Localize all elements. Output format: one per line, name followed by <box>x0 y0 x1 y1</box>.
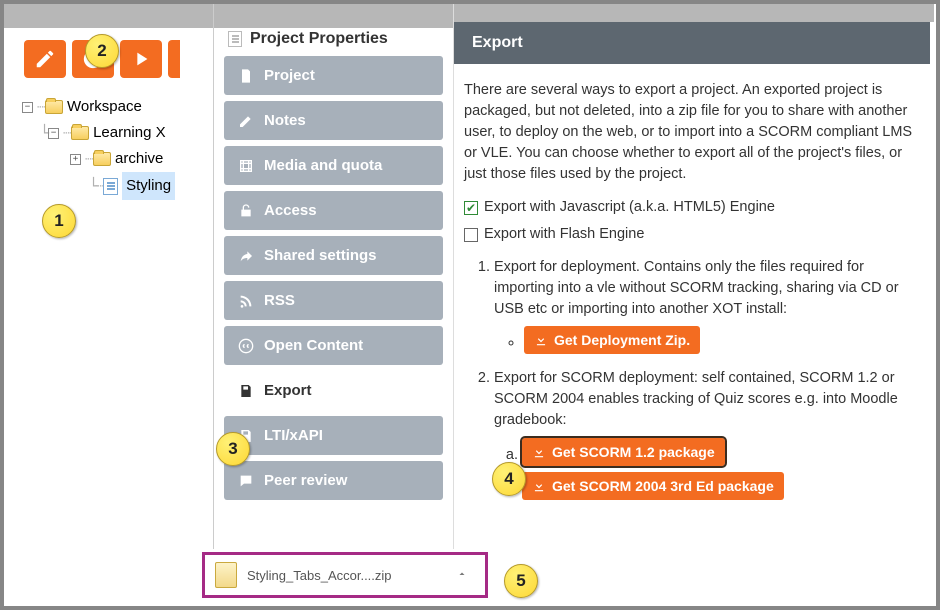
checkbox-checked-icon[interactable] <box>464 201 478 215</box>
tree-label: Learning X <box>93 120 166 146</box>
edit-button[interactable] <box>24 40 66 78</box>
button-label: Get SCORM 2004 3rd Ed package <box>552 476 774 496</box>
tree-label: Workspace <box>67 94 142 120</box>
workspace-tree-panel: − ┈ Workspace └ − ┈ Learning X + ┈ archi… <box>4 4 214 549</box>
nav-export[interactable]: Export <box>224 371 443 410</box>
properties-nav-panel: Project Properties Project Notes Media a… <box>214 4 454 549</box>
chevron-up-icon <box>456 568 468 580</box>
tree-label: archive <box>115 146 163 172</box>
unlock-icon <box>238 203 254 219</box>
panel-gray-bar <box>454 4 934 22</box>
tree-item[interactable]: └ − ┈ Learning X <box>22 120 205 146</box>
cc-icon <box>238 338 254 354</box>
annotation-badge: 1 <box>42 204 76 238</box>
export-option: Export for deployment. Contains only the… <box>494 257 916 354</box>
tree-item-selected[interactable]: └┈ Styling <box>22 172 205 200</box>
panel-title-label: Project Properties <box>250 30 388 48</box>
workspace-tree: − ┈ Workspace └ − ┈ Learning X + ┈ archi… <box>4 90 213 200</box>
chat-icon <box>238 473 254 489</box>
tree-root[interactable]: − ┈ Workspace <box>22 94 205 120</box>
expand-toggle-icon[interactable]: − <box>22 102 33 113</box>
properties-nav-list: Project Notes Media and quota Access Sha… <box>214 56 453 500</box>
panel-title: Project Properties <box>214 28 453 56</box>
folder-icon <box>93 152 111 166</box>
download-icon <box>534 333 548 347</box>
tree-item[interactable]: + ┈ archive <box>22 146 205 172</box>
export-intro: There are several ways to export a proje… <box>464 80 916 185</box>
option-text: Export for SCORM deployment: self contai… <box>494 370 898 428</box>
nav-project[interactable]: Project <box>224 56 443 95</box>
nav-label: Notes <box>264 112 306 129</box>
panel-gray-bar <box>4 4 213 28</box>
export-header: Export <box>454 22 930 64</box>
download-icon <box>532 479 546 493</box>
download-icon <box>532 445 546 459</box>
tree-label: Styling <box>122 172 175 200</box>
nav-label: Shared settings <box>264 247 377 264</box>
list-item: Get Deployment Zip. <box>524 326 916 354</box>
play-button[interactable] <box>120 40 162 78</box>
nav-rss[interactable]: RSS <box>224 281 443 320</box>
nav-label: Peer review <box>264 472 347 489</box>
save-icon <box>238 383 254 399</box>
nav-label: Project <box>264 67 315 84</box>
export-options-list: Export for deployment. Contains only the… <box>464 257 916 500</box>
annotation-badge: 2 <box>85 34 119 68</box>
folder-icon <box>71 126 89 140</box>
button-label: Get Deployment Zip. <box>554 330 690 350</box>
expand-toggle-icon[interactable]: + <box>70 154 81 165</box>
expand-toggle-icon[interactable]: − <box>48 128 59 139</box>
folder-icon <box>45 100 63 114</box>
nav-open-content[interactable]: Open Content <box>224 326 443 365</box>
nav-label: Open Content <box>264 337 363 354</box>
nav-label: Access <box>264 202 317 219</box>
get-scorm2004-button[interactable]: Get SCORM 2004 3rd Ed package <box>522 472 784 500</box>
checkbox-row[interactable]: Export with Javascript (a.k.a. HTML5) En… <box>464 197 916 218</box>
nav-lti[interactable]: LTI/xAPI <box>224 416 443 455</box>
annotation-badge: 4 <box>492 462 526 496</box>
nav-media[interactable]: Media and quota <box>224 146 443 185</box>
button-label: Get SCORM 1.2 package <box>552 442 715 462</box>
get-deployment-zip-button[interactable]: Get Deployment Zip. <box>524 326 700 354</box>
nav-peer-review[interactable]: Peer review <box>224 461 443 500</box>
nav-label: Export <box>264 382 312 399</box>
document-icon <box>228 31 242 47</box>
document-icon <box>238 68 254 84</box>
list-item: Get SCORM 2004 3rd Ed package <box>522 472 916 500</box>
export-option: Export for SCORM deployment: self contai… <box>494 368 916 500</box>
zip-file-icon <box>215 562 237 588</box>
file-icon <box>103 178 118 195</box>
nav-access[interactable]: Access <box>224 191 443 230</box>
share-icon <box>238 248 254 264</box>
next-tool-button[interactable] <box>168 40 180 78</box>
panel-gray-bar <box>214 4 453 28</box>
nav-label: RSS <box>264 292 295 309</box>
export-content-panel: Export There are several ways to export … <box>454 4 934 549</box>
get-scorm12-button[interactable]: Get SCORM 1.2 package <box>522 438 725 466</box>
rss-icon <box>238 293 254 309</box>
tree-leaf-icon <box>70 181 85 192</box>
pencil-icon <box>238 113 254 129</box>
download-options-button[interactable] <box>449 567 475 583</box>
nav-shared[interactable]: Shared settings <box>224 236 443 275</box>
nav-label: Media and quota <box>264 157 382 174</box>
film-icon <box>238 158 254 174</box>
download-filename: Styling_Tabs_Accor....zip <box>247 568 439 583</box>
checkbox-icon[interactable] <box>464 228 478 242</box>
annotation-badge: 5 <box>504 564 538 598</box>
checkbox-label: Export with Flash Engine <box>484 224 644 245</box>
annotation-badge: 3 <box>216 432 250 466</box>
option-text: Export for deployment. Contains only the… <box>494 259 899 317</box>
checkbox-row[interactable]: Export with Flash Engine <box>464 224 916 245</box>
checkbox-label: Export with Javascript (a.k.a. HTML5) En… <box>484 197 775 218</box>
list-item: Get SCORM 1.2 package <box>522 438 916 466</box>
nav-label: LTI/xAPI <box>264 427 323 444</box>
browser-download-item[interactable]: Styling_Tabs_Accor....zip <box>202 552 488 598</box>
nav-notes[interactable]: Notes <box>224 101 443 140</box>
export-body: There are several ways to export a proje… <box>454 64 934 524</box>
